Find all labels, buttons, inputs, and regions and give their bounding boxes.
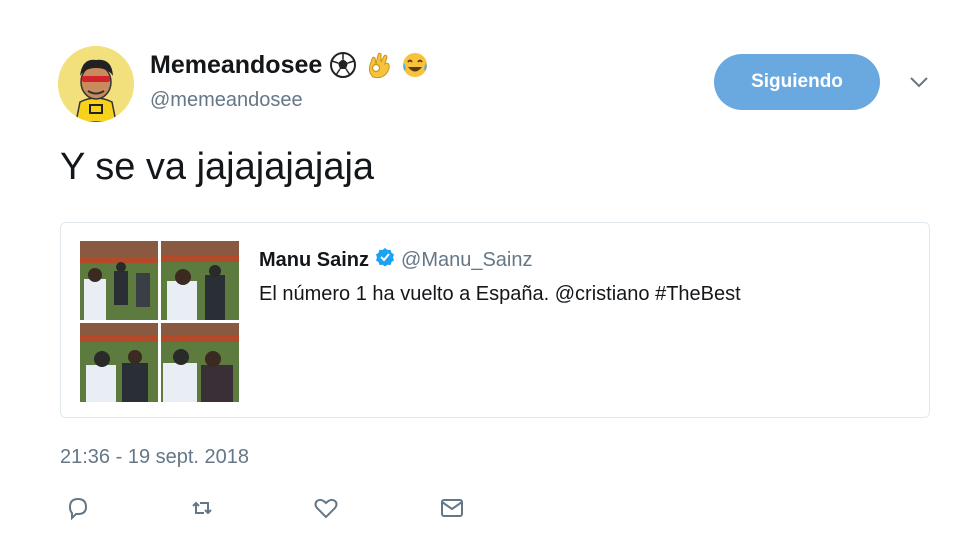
author-avatar[interactable] [58,46,134,122]
quoted-tweet-text: El número 1 ha vuelto a España. @cristia… [259,283,741,305]
quoted-media-thumbnail-4[interactable] [161,323,239,402]
retweet-icon[interactable] [188,494,216,522]
quoted-media-thumbnail-1[interactable] [80,241,158,320]
quoted-media-thumbnail-3[interactable] [80,323,158,402]
ok-hand-emoji [364,50,394,80]
quoted-author-handle[interactable]: @Manu_Sainz [401,249,532,272]
quoted-tweet-card[interactable]: Manu Sainz @Manu_Sainz El número 1 ha vu… [60,222,930,418]
tears-of-joy-emoji [400,50,430,80]
following-button[interactable]: Siguiendo [714,54,880,110]
quoted-tweet-header[interactable]: Manu Sainz @Manu_Sainz [259,247,533,273]
soccer-ball-emoji [328,50,358,80]
author-display-name[interactable]: Memeandosee [150,51,322,80]
quoted-tweet-media-grid[interactable] [80,241,240,402]
quoted-media-thumbnail-2[interactable] [161,241,239,320]
like-icon[interactable] [312,494,340,522]
verified-badge-icon [375,247,395,273]
author-handle[interactable]: @memeandosee [150,89,303,112]
tweet-text: Y se va jajajajajaja [60,146,375,188]
message-icon[interactable] [438,494,466,522]
chevron-down-icon[interactable] [905,72,933,92]
avatar-image [58,46,134,122]
tweet-timestamp[interactable]: 21:36 - 19 sept. 2018 [60,446,249,469]
author-name-row[interactable]: Memeandosee [150,50,430,80]
quoted-author-name[interactable]: Manu Sainz [259,249,369,272]
reply-icon[interactable] [64,494,92,522]
